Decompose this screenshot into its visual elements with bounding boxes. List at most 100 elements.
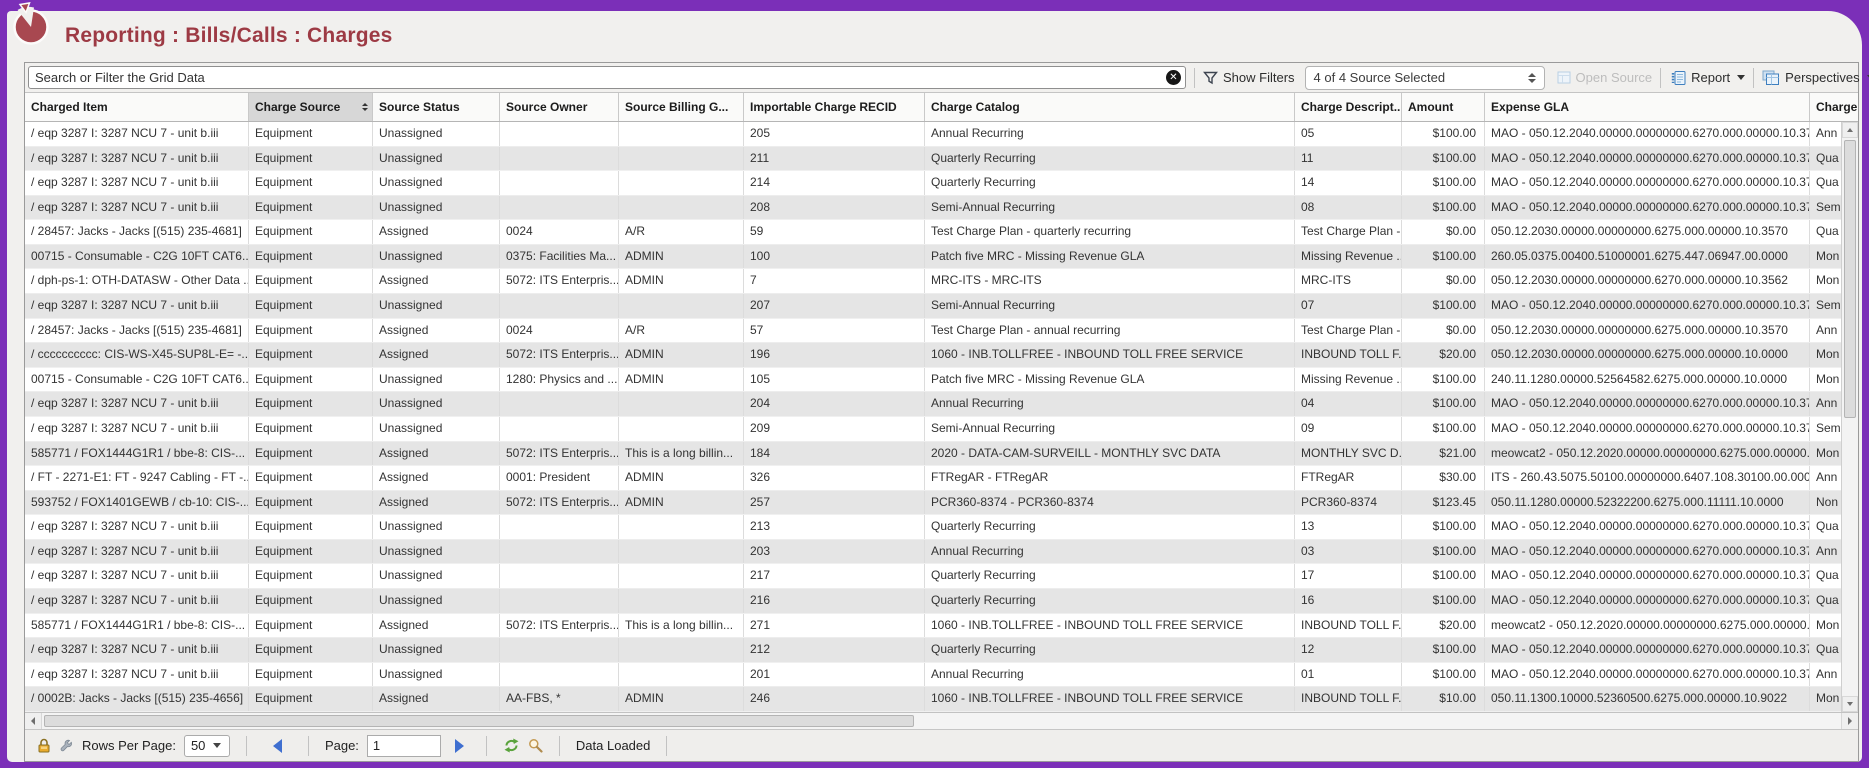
report-button[interactable]: Report — [1669, 70, 1745, 86]
column-header-charge-source[interactable]: Charge Source — [249, 93, 373, 121]
table-row[interactable]: / eqp 3287 I: 3287 NCU 7 - unit b.iiiEqu… — [25, 663, 1841, 688]
column-header-charge[interactable]: Charge — [1810, 93, 1858, 121]
table-row[interactable]: / eqp 3287 I: 3287 NCU 7 - unit b.iiiEqu… — [25, 589, 1841, 614]
scroll-down-icon[interactable] — [1842, 696, 1858, 712]
table-row[interactable]: 593752 / FOX1401GEWB / cb-10: CIS-...Equ… — [25, 491, 1841, 516]
grid-cell: 5072: ITS Enterpris... — [500, 269, 619, 293]
column-header-charge-catalog[interactable]: Charge Catalog — [925, 93, 1295, 121]
column-header-source-billing-g[interactable]: Source Billing G... — [619, 93, 744, 121]
grid-cell: Unassigned — [373, 663, 500, 687]
grid-cell: 59 — [744, 220, 925, 244]
grid-cell: Mon — [1810, 343, 1841, 367]
grid-cell: Unassigned — [373, 294, 500, 318]
grid-cell: Ann — [1810, 319, 1841, 343]
open-source-button[interactable]: Open Source — [1557, 70, 1653, 85]
grid-cell: 204 — [744, 392, 925, 416]
table-row[interactable]: / eqp 3287 I: 3287 NCU 7 - unit b.iiiEqu… — [25, 564, 1841, 589]
grid-cell — [500, 417, 619, 441]
source-select[interactable]: 4 of 4 Source Selected — [1305, 66, 1545, 90]
table-row[interactable]: 585771 / FOX1444G1R1 / bbe-8: CIS-...Equ… — [25, 442, 1841, 467]
grid-cell: Equipment — [249, 392, 373, 416]
scroll-up-icon[interactable] — [1842, 122, 1858, 138]
grid-cell: Equipment — [249, 171, 373, 195]
grid-cell: Annual Recurring — [925, 122, 1295, 146]
table-row[interactable]: / eqp 3287 I: 3287 NCU 7 - unit b.iiiEqu… — [25, 122, 1841, 147]
column-header-expense-gla[interactable]: Expense GLA — [1485, 93, 1810, 121]
grid-cell — [500, 294, 619, 318]
lock-icon[interactable] — [37, 738, 51, 753]
grid-cell: Equipment — [249, 368, 373, 392]
grid-cell: / eqp 3287 I: 3287 NCU 7 - unit b.iii — [25, 196, 249, 220]
table-row[interactable]: / 0002B: Jacks - Jacks [(515) 235-4656]E… — [25, 687, 1841, 712]
show-filters-button[interactable]: Show Filters — [1203, 70, 1295, 85]
table-row[interactable]: / eqp 3287 I: 3287 NCU 7 - unit b.iiiEqu… — [25, 515, 1841, 540]
table-row[interactable]: / eqp 3287 I: 3287 NCU 7 - unit b.iiiEqu… — [25, 171, 1841, 196]
grid-cell: meowcat2 - 050.12.2020.00000.00000000.62… — [1485, 614, 1810, 638]
grid-cell: Equipment — [249, 564, 373, 588]
perspectives-button[interactable]: Perspectives — [1762, 70, 1869, 86]
grid-cell: 196 — [744, 343, 925, 367]
table-row[interactable]: / eqp 3287 I: 3287 NCU 7 - unit b.iiiEqu… — [25, 392, 1841, 417]
grid-cell: 1060 - INB.TOLLFREE - INBOUND TOLL FREE … — [925, 343, 1295, 367]
wrench-icon[interactable] — [59, 738, 74, 753]
status-text: Data Loaded — [576, 738, 650, 753]
table-row[interactable]: / dph-ps-1: OTH-DATASW - Other Data ...E… — [25, 269, 1841, 294]
clear-search-icon[interactable]: ✕ — [1166, 70, 1181, 85]
grid-cell: MAO - 050.12.2040.00000.00000000.6270.00… — [1485, 540, 1810, 564]
column-header-charge-descript[interactable]: Charge Descript... — [1295, 93, 1402, 121]
horizontal-scrollbar[interactable] — [25, 712, 1858, 729]
horizontal-scroll-thumb[interactable] — [44, 715, 914, 727]
grid-cell: 326 — [744, 466, 925, 490]
vertical-scroll-thumb[interactable] — [1844, 140, 1856, 418]
table-row[interactable]: 00715 - Consumable - C2G 10FT CAT6...Equ… — [25, 368, 1841, 393]
column-header-label: Source Status — [379, 100, 460, 114]
vertical-scrollbar[interactable] — [1841, 122, 1858, 712]
table-row[interactable]: / eqp 3287 I: 3287 NCU 7 - unit b.iiiEqu… — [25, 638, 1841, 663]
grid-cell: MAO - 050.12.2040.00000.00000000.6270.00… — [1485, 196, 1810, 220]
grid-cell — [500, 564, 619, 588]
previous-page-button[interactable] — [273, 739, 282, 753]
table-row[interactable]: / eqp 3287 I: 3287 NCU 7 - unit b.iiiEqu… — [25, 196, 1841, 221]
table-row[interactable]: / FT - 2271-E1: FT - 9247 Cabling - FT -… — [25, 466, 1841, 491]
grid-cell: ADMIN — [619, 368, 744, 392]
search-zoom-icon[interactable] — [528, 738, 543, 753]
table-row[interactable]: / eqp 3287 I: 3287 NCU 7 - unit b.iiiEqu… — [25, 294, 1841, 319]
table-row[interactable]: / cccccccccc: CIS-WS-X45-SUP8L-E= -...Eq… — [25, 343, 1841, 368]
divider — [246, 736, 247, 756]
grid-cell: Qua — [1810, 220, 1841, 244]
column-header-source-status[interactable]: Source Status — [373, 93, 500, 121]
search-input[interactable] — [28, 66, 1186, 89]
grid-cell: $0.00 — [1402, 220, 1485, 244]
table-row[interactable]: 00715 - Consumable - C2G 10FT CAT6...Equ… — [25, 245, 1841, 270]
grid-cell: $20.00 — [1402, 343, 1485, 367]
refresh-icon[interactable] — [503, 738, 520, 753]
column-header-source-owner[interactable]: Source Owner — [500, 93, 619, 121]
grid-cell: Ann — [1810, 540, 1841, 564]
grid-cell: 00715 - Consumable - C2G 10FT CAT6... — [25, 368, 249, 392]
table-row[interactable]: 585771 / FOX1444G1R1 / bbe-8: CIS-...Equ… — [25, 614, 1841, 639]
table-row[interactable]: / 28457: Jacks - Jacks [(515) 235-4681]E… — [25, 319, 1841, 344]
column-header-charged-item[interactable]: Charged Item — [25, 93, 249, 121]
scroll-left-icon[interactable] — [25, 713, 42, 729]
rows-per-page-select[interactable]: 50 — [184, 735, 230, 757]
table-row[interactable]: / eqp 3287 I: 3287 NCU 7 - unit b.iiiEqu… — [25, 417, 1841, 442]
grid-cell — [619, 540, 744, 564]
scroll-right-icon[interactable] — [1841, 713, 1858, 729]
grid-cell: ADMIN — [619, 491, 744, 515]
grid-cell — [619, 392, 744, 416]
grid-cell: $100.00 — [1402, 589, 1485, 613]
grid-cell: $0.00 — [1402, 319, 1485, 343]
grid-cell: 217 — [744, 564, 925, 588]
divider — [559, 736, 560, 756]
table-row[interactable]: / eqp 3287 I: 3287 NCU 7 - unit b.iiiEqu… — [25, 147, 1841, 172]
grid-cell: $100.00 — [1402, 564, 1485, 588]
table-row[interactable]: / eqp 3287 I: 3287 NCU 7 - unit b.iiiEqu… — [25, 540, 1841, 565]
next-page-button[interactable] — [455, 739, 464, 753]
grid-body: / eqp 3287 I: 3287 NCU 7 - unit b.iiiEqu… — [25, 122, 1858, 712]
column-header-importable-charge-recid[interactable]: Importable Charge RECID — [744, 93, 925, 121]
table-row[interactable]: / 28457: Jacks - Jacks [(515) 235-4681]E… — [25, 220, 1841, 245]
grid-cell: 0001: President — [500, 466, 619, 490]
page-number-input[interactable] — [367, 735, 441, 757]
column-header-amount[interactable]: Amount — [1402, 93, 1485, 121]
grid-cell: 271 — [744, 614, 925, 638]
